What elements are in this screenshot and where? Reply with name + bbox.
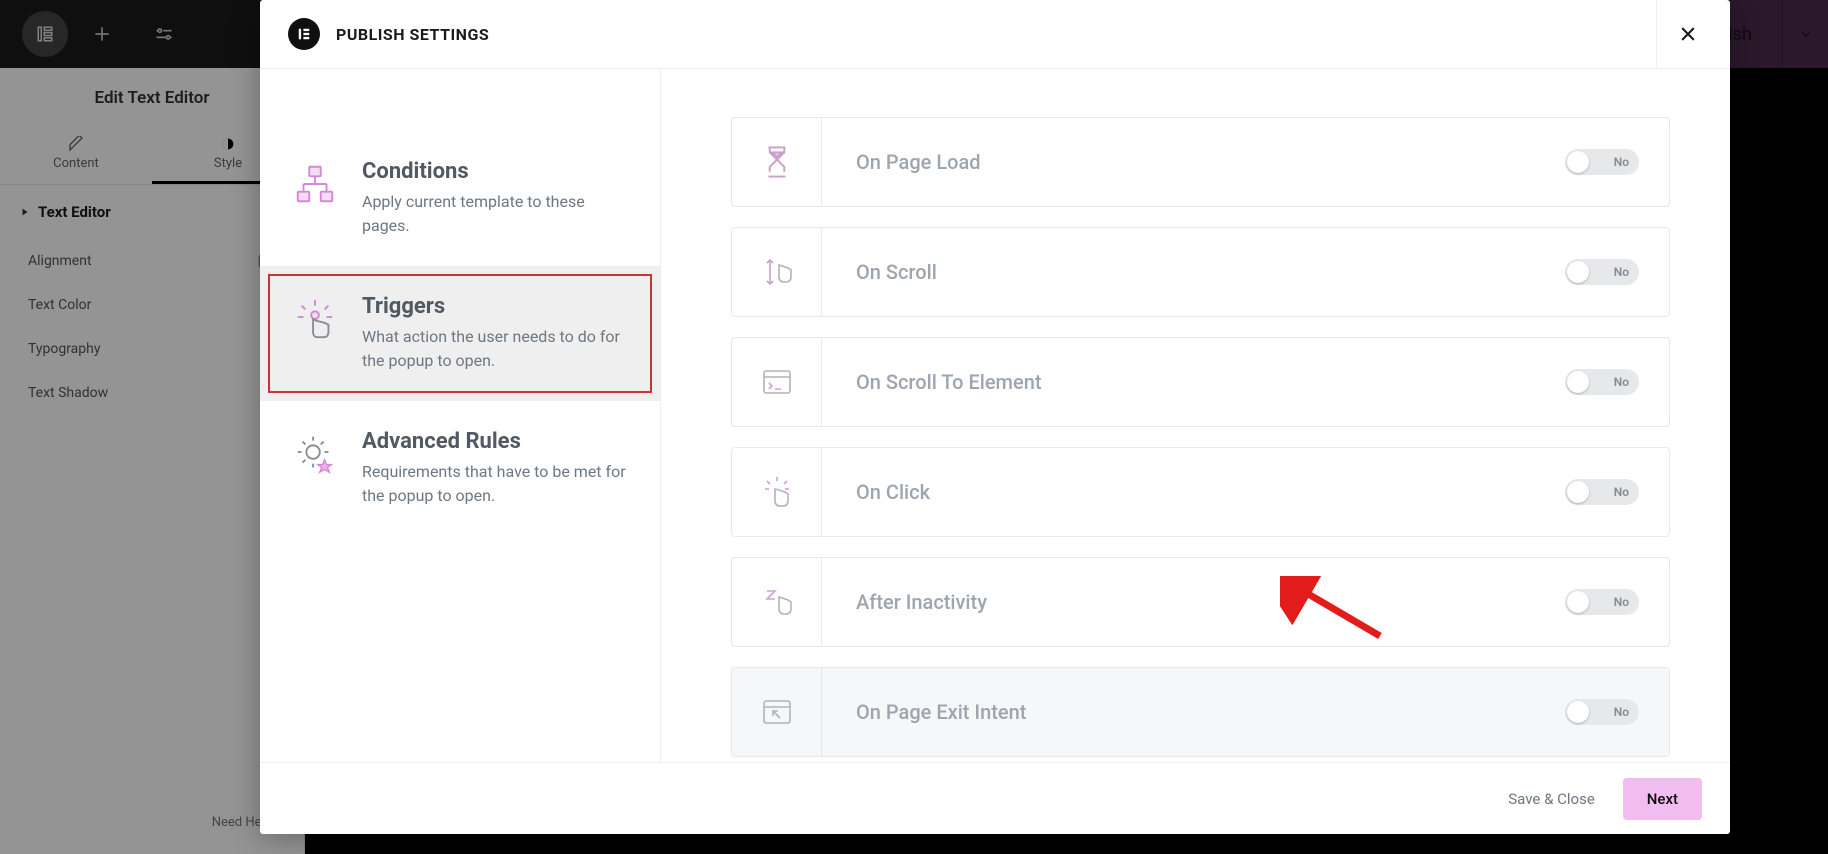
toggle-click[interactable]: No [1565,479,1639,505]
toggle-scroll[interactable]: No [1565,259,1639,285]
sidebar-item-desc: What action the user needs to do for the… [362,325,632,373]
sleep-hand-icon [732,558,822,646]
scroll-hand-icon [732,228,822,316]
click-icon [732,448,822,536]
terminal-window-icon [732,338,822,426]
trigger-label: On Click [856,480,930,504]
modal-footer: Save & Close Next [260,762,1730,834]
toggle-state-label: No [1614,375,1629,389]
modal-title: PUBLISH SETTINGS [336,25,489,44]
toggle-page-load[interactable]: No [1565,149,1639,175]
save-close-button[interactable]: Save & Close [1508,790,1595,808]
trigger-row-scroll[interactable]: On Scroll No [731,227,1670,317]
sidebar-item-conditions[interactable]: Conditions Apply current template to the… [260,131,660,266]
modal-content: On Page Load No On Scroll No [661,69,1730,762]
toggle-state-label: No [1614,595,1629,609]
close-button[interactable] [1656,0,1718,68]
toggle-exit-intent[interactable]: No [1565,699,1639,725]
trigger-row-scroll-to-element[interactable]: On Scroll To Element No [731,337,1670,427]
modal-header: PUBLISH SETTINGS [260,0,1730,69]
hourglass-icon [732,118,822,206]
trigger-label: On Scroll [856,260,937,284]
publish-settings-modal: PUBLISH SETTINGS [260,0,1730,834]
trigger-label: On Page Load [856,150,981,174]
sidebar-item-desc: Apply current template to these pages. [362,190,632,238]
trigger-row-exit-intent[interactable]: On Page Exit Intent No [731,667,1670,757]
trigger-label: On Scroll To Element [856,370,1042,394]
modal-sidebar: Conditions Apply current template to the… [260,69,661,762]
click-burst-icon [290,294,340,344]
toggle-state-label: No [1614,705,1629,719]
modal-body: Conditions Apply current template to the… [260,69,1730,762]
toggle-state-label: No [1614,485,1629,499]
trigger-row-inactivity[interactable]: After Inactivity No [731,557,1670,647]
sidebar-item-triggers[interactable]: Triggers What action the user needs to d… [260,266,660,401]
trigger-row-click[interactable]: On Click No [731,447,1670,537]
sidebar-item-desc: Requirements that have to be met for the… [362,460,632,508]
trigger-label: After Inactivity [856,590,987,614]
toggle-scroll-to-element[interactable]: No [1565,369,1639,395]
sidebar-item-title: Advanced Rules [362,429,632,454]
toggle-state-label: No [1614,155,1629,169]
trigger-label: On Page Exit Intent [856,700,1026,724]
next-button[interactable]: Next [1623,778,1702,820]
sitemap-icon [290,159,340,209]
elementor-logo-icon [288,18,320,50]
toggle-inactivity[interactable]: No [1565,589,1639,615]
sidebar-item-advanced[interactable]: Advanced Rules Requirements that have to… [260,401,660,536]
toggle-state-label: No [1614,265,1629,279]
sidebar-item-title: Conditions [362,159,632,184]
exit-window-icon [732,668,822,756]
gear-star-icon [290,429,340,479]
trigger-row-page-load[interactable]: On Page Load No [731,117,1670,207]
sidebar-item-title: Triggers [362,294,632,319]
